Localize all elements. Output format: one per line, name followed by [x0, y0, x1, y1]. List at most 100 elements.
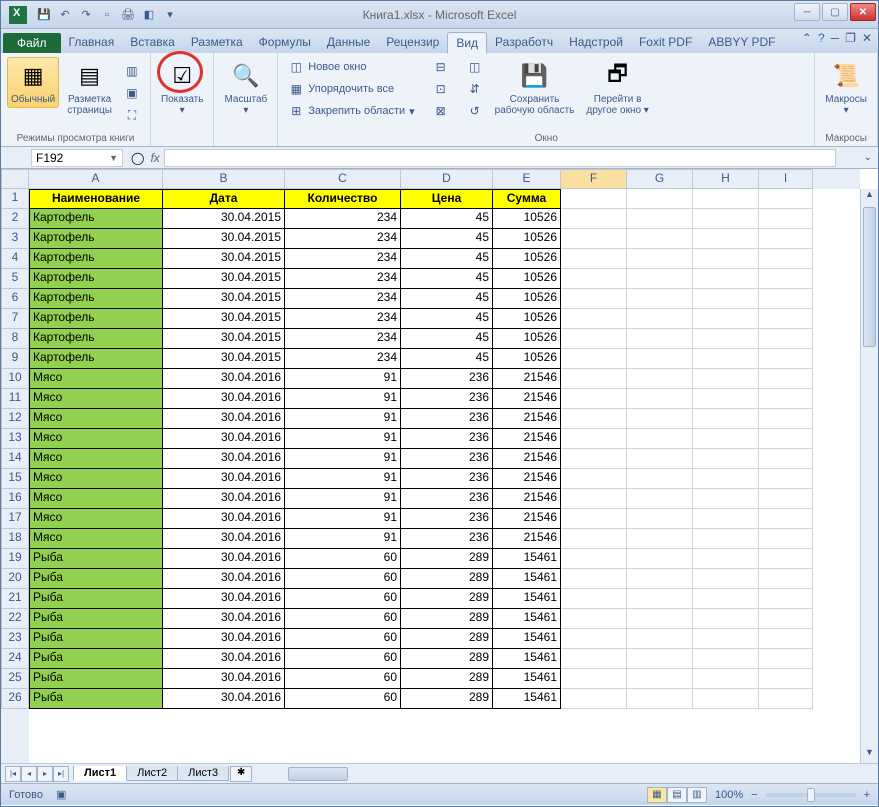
- qat-unknown-2-icon[interactable]: ◧: [140, 6, 158, 24]
- data-cell[interactable]: 15461: [493, 569, 561, 589]
- data-cell[interactable]: 236: [401, 449, 493, 469]
- data-cell[interactable]: 15461: [493, 589, 561, 609]
- new-window-button[interactable]: ◫Новое окно: [284, 57, 418, 77]
- normal-view-button[interactable]: ▦ Обычный: [7, 57, 59, 108]
- empty-cell[interactable]: [561, 289, 627, 309]
- data-cell[interactable]: 21546: [493, 509, 561, 529]
- new-sheet-button[interactable]: ✱: [230, 766, 252, 782]
- data-cell[interactable]: 10526: [493, 269, 561, 289]
- empty-cell[interactable]: [693, 529, 759, 549]
- data-cell[interactable]: 91: [285, 489, 401, 509]
- header-cell[interactable]: Дата: [163, 189, 285, 209]
- empty-cell[interactable]: [759, 249, 813, 269]
- data-cell[interactable]: 91: [285, 389, 401, 409]
- row-header-5[interactable]: 5: [1, 269, 29, 289]
- data-cell[interactable]: 234: [285, 269, 401, 289]
- row-header-23[interactable]: 23: [1, 629, 29, 649]
- tab-abbyy pdf[interactable]: ABBYY PDF: [700, 32, 783, 53]
- qat-customize-icon[interactable]: ▾: [161, 6, 179, 24]
- data-cell[interactable]: 45: [401, 229, 493, 249]
- data-cell[interactable]: 30.04.2015: [163, 209, 285, 229]
- empty-cell[interactable]: [627, 429, 693, 449]
- data-cell[interactable]: 30.04.2016: [163, 649, 285, 669]
- empty-cell[interactable]: [693, 429, 759, 449]
- empty-cell[interactable]: [693, 309, 759, 329]
- data-cell[interactable]: 236: [401, 489, 493, 509]
- empty-cell[interactable]: [561, 629, 627, 649]
- data-cell[interactable]: 15461: [493, 669, 561, 689]
- name-cell[interactable]: Рыба: [29, 689, 163, 709]
- empty-cell[interactable]: [759, 189, 813, 209]
- tab-надстрой[interactable]: Надстрой: [561, 32, 631, 53]
- empty-cell[interactable]: [561, 509, 627, 529]
- empty-cell[interactable]: [561, 249, 627, 269]
- empty-cell[interactable]: [693, 289, 759, 309]
- data-cell[interactable]: 30.04.2016: [163, 569, 285, 589]
- empty-cell[interactable]: [759, 589, 813, 609]
- data-cell[interactable]: 15461: [493, 549, 561, 569]
- name-cell[interactable]: Рыба: [29, 649, 163, 669]
- empty-cell[interactable]: [561, 469, 627, 489]
- page-break-preview-button[interactable]: ▥: [120, 61, 144, 81]
- empty-cell[interactable]: [693, 249, 759, 269]
- namebox-dropdown-icon[interactable]: ▼: [109, 153, 118, 163]
- zoom-button[interactable]: 🔍 Масштаб▾: [220, 57, 271, 119]
- tab-вид[interactable]: Вид: [447, 32, 487, 54]
- data-cell[interactable]: 236: [401, 389, 493, 409]
- row-header-1[interactable]: 1: [1, 189, 29, 209]
- empty-cell[interactable]: [627, 449, 693, 469]
- vertical-scrollbar[interactable]: ▲ ▼: [860, 189, 878, 763]
- name-cell[interactable]: Картофель: [29, 309, 163, 329]
- row-header-26[interactable]: 26: [1, 689, 29, 709]
- empty-cell[interactable]: [759, 629, 813, 649]
- empty-cell[interactable]: [627, 589, 693, 609]
- data-cell[interactable]: 21546: [493, 389, 561, 409]
- empty-cell[interactable]: [693, 489, 759, 509]
- data-cell[interactable]: 21546: [493, 489, 561, 509]
- row-header-14[interactable]: 14: [1, 449, 29, 469]
- scroll-down-icon[interactable]: ▼: [861, 747, 878, 763]
- tab-вставка[interactable]: Вставка: [122, 32, 183, 53]
- minimize-button[interactable]: ─: [794, 3, 820, 21]
- sheet-tab-Лист2[interactable]: Лист2: [126, 766, 178, 781]
- file-tab[interactable]: Файл: [3, 33, 61, 53]
- empty-cell[interactable]: [693, 469, 759, 489]
- zoom-slider-thumb[interactable]: [807, 788, 815, 802]
- empty-cell[interactable]: [693, 349, 759, 369]
- data-cell[interactable]: 289: [401, 669, 493, 689]
- col-header-F[interactable]: F: [561, 169, 627, 189]
- last-sheet-button[interactable]: ▸|: [53, 766, 69, 782]
- empty-cell[interactable]: [627, 349, 693, 369]
- data-cell[interactable]: 289: [401, 689, 493, 709]
- data-cell[interactable]: 30.04.2015: [163, 349, 285, 369]
- row-header-20[interactable]: 20: [1, 569, 29, 589]
- data-cell[interactable]: 91: [285, 449, 401, 469]
- data-cell[interactable]: 91: [285, 469, 401, 489]
- data-cell[interactable]: 21546: [493, 429, 561, 449]
- row-header-17[interactable]: 17: [1, 509, 29, 529]
- help-icon[interactable]: ?: [818, 31, 825, 45]
- print-preview-icon[interactable]: 🖨: [119, 6, 137, 24]
- row-header-6[interactable]: 6: [1, 289, 29, 309]
- empty-cell[interactable]: [759, 369, 813, 389]
- data-cell[interactable]: 60: [285, 629, 401, 649]
- empty-cell[interactable]: [693, 449, 759, 469]
- empty-cell[interactable]: [561, 329, 627, 349]
- empty-cell[interactable]: [627, 489, 693, 509]
- col-header-H[interactable]: H: [693, 169, 759, 189]
- data-cell[interactable]: 91: [285, 529, 401, 549]
- expand-formula-bar-icon[interactable]: ⌄: [864, 152, 872, 163]
- page-break-status-button[interactable]: ▥: [687, 787, 707, 803]
- undo-icon[interactable]: ↶: [56, 6, 74, 24]
- empty-cell[interactable]: [561, 569, 627, 589]
- name-cell[interactable]: Рыба: [29, 589, 163, 609]
- select-all-button[interactable]: [1, 169, 29, 189]
- name-cell[interactable]: Рыба: [29, 569, 163, 589]
- empty-cell[interactable]: [561, 489, 627, 509]
- empty-cell[interactable]: [759, 469, 813, 489]
- data-cell[interactable]: 21546: [493, 529, 561, 549]
- data-cell[interactable]: 30.04.2016: [163, 509, 285, 529]
- empty-cell[interactable]: [561, 689, 627, 709]
- data-cell[interactable]: 30.04.2016: [163, 489, 285, 509]
- zoom-out-button[interactable]: −: [751, 789, 757, 801]
